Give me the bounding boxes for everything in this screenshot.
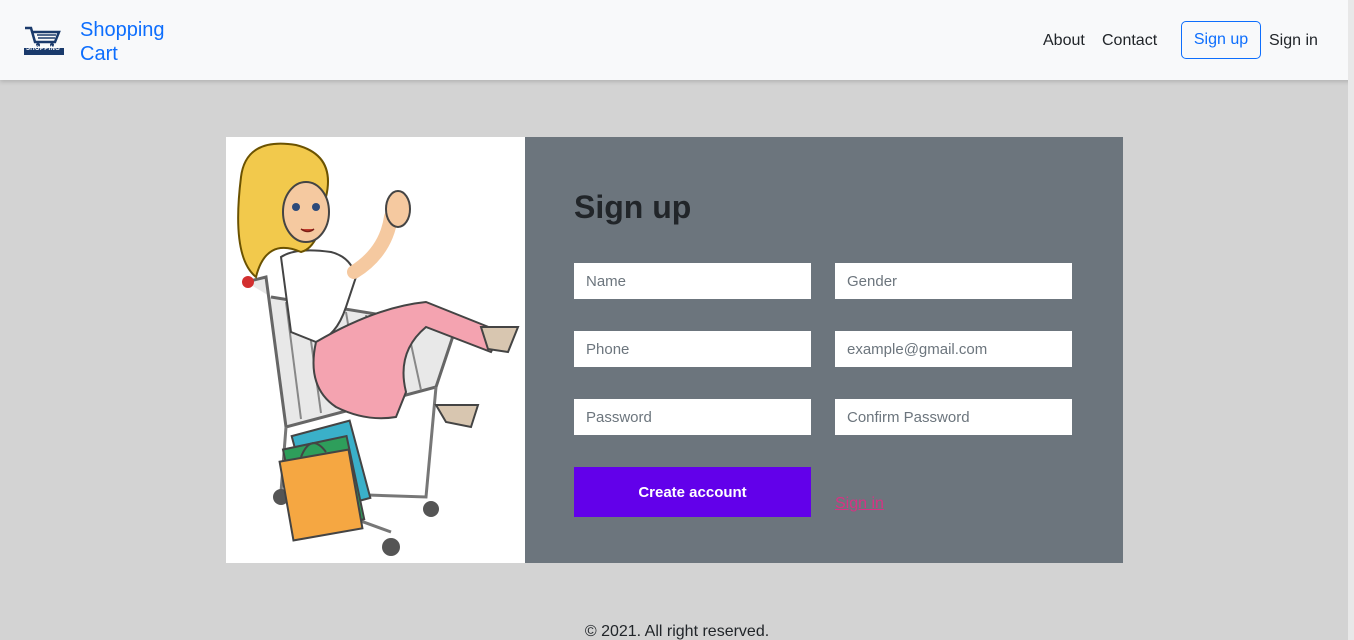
create-account-button[interactable]: Create account [574, 467, 811, 517]
footer-copyright: © 2021. All right reserved. [584, 623, 770, 640]
brand-line-1: Shopping [80, 19, 165, 41]
page-scrollbar[interactable] [1348, 0, 1354, 640]
form-title: Sign up [574, 189, 692, 225]
brand-name[interactable]: Shopping Cart [80, 18, 190, 66]
phone-input[interactable] [574, 331, 811, 367]
confirm-password-input[interactable] [835, 399, 1072, 435]
nav-contact-link[interactable]: Contact [1102, 31, 1157, 51]
brand-line-2: Cart [80, 43, 118, 65]
email-input[interactable] [835, 331, 1072, 367]
shopping-cart-illustration [226, 137, 525, 563]
signin-link[interactable]: Sign in [835, 495, 884, 513]
gender-input[interactable] [835, 263, 1072, 299]
nav-about-link[interactable]: About [1043, 31, 1085, 51]
navbar: SHOPPING Shopping Cart About Contact Sig… [0, 0, 1354, 80]
nav-signin-link[interactable]: Sign in [1269, 31, 1318, 51]
nav-signup-button[interactable]: Sign up [1181, 21, 1261, 59]
name-input[interactable] [574, 263, 811, 299]
logo-caption: SHOPPING [26, 46, 61, 52]
password-input[interactable] [574, 399, 811, 435]
signup-card: Sign up Create account Sign in [226, 137, 1123, 563]
signup-form-panel: Sign up Create account Sign in [525, 137, 1123, 563]
